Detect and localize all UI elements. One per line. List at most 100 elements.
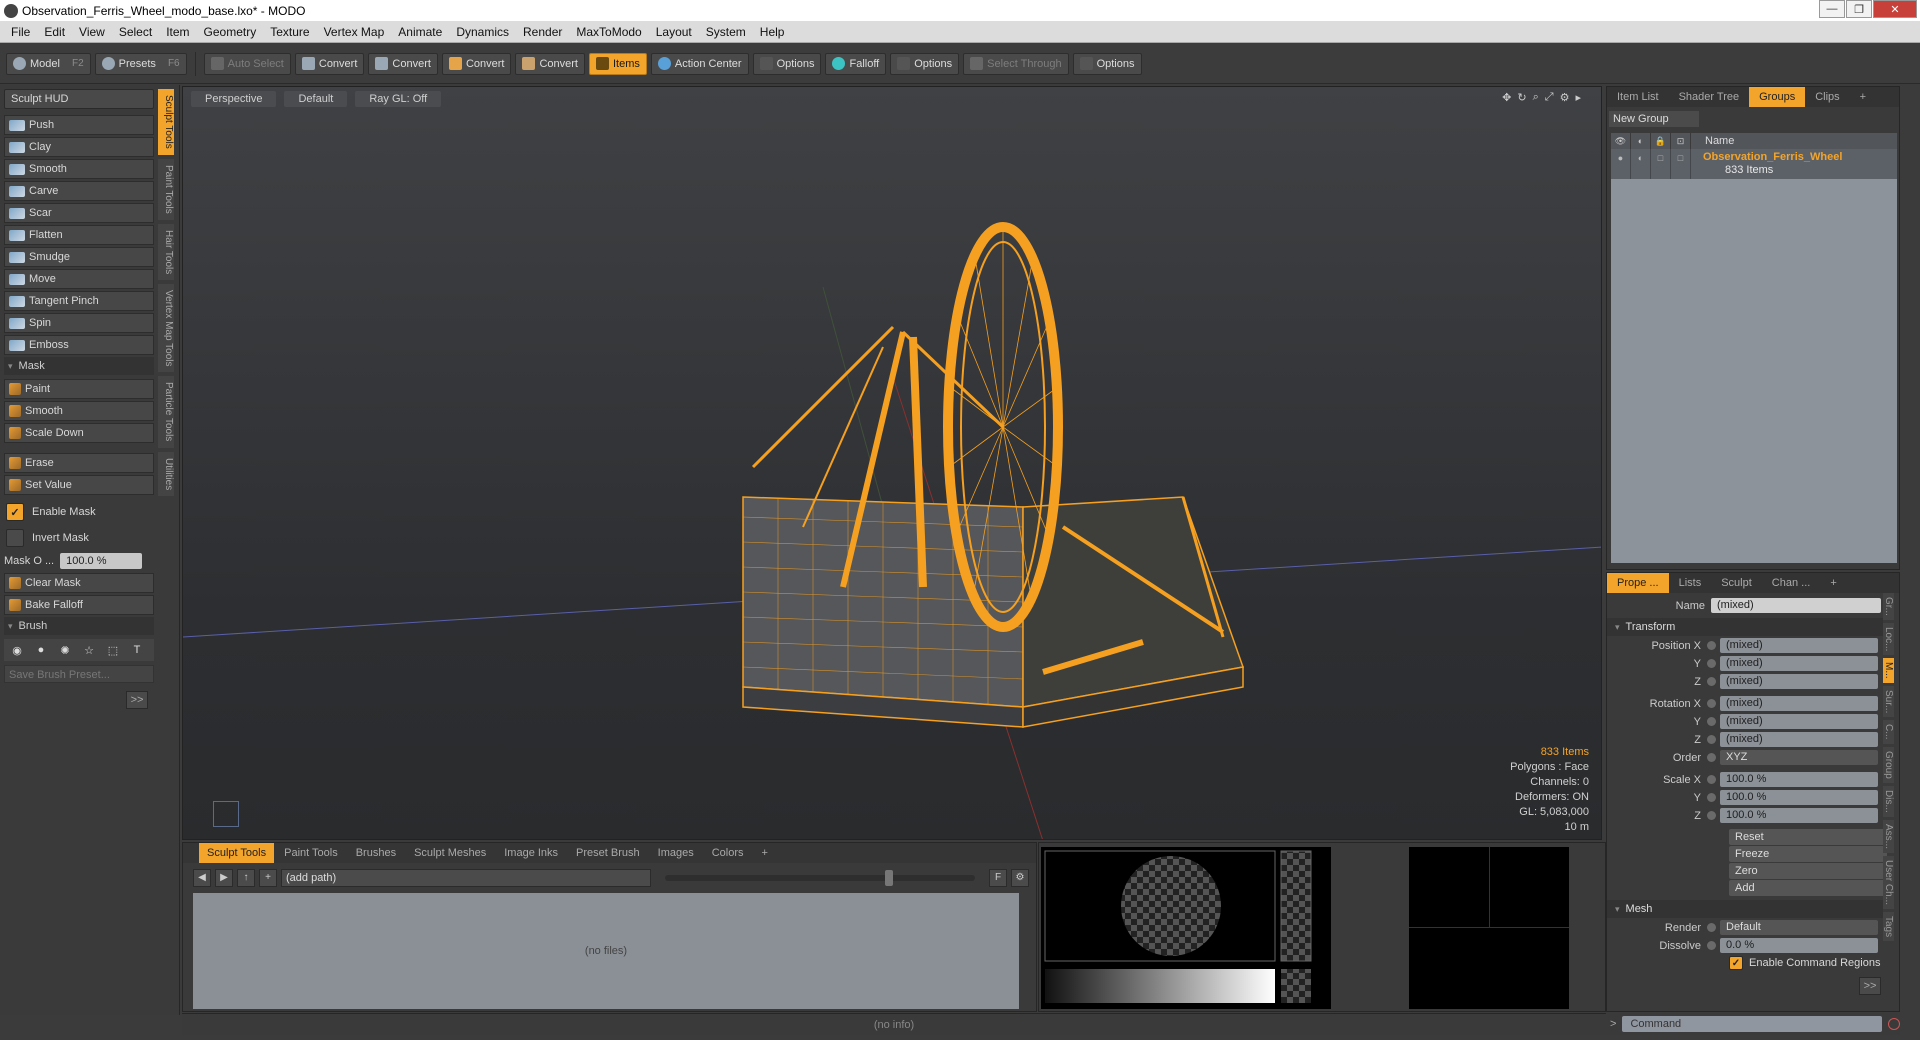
menu-vertex-map[interactable]: Vertex Map <box>317 25 392 39</box>
3d-viewport[interactable]: Perspective Default Ray GL: Off ✥ ↻ ⌕ ⤢ … <box>182 86 1602 840</box>
animate-dot-icon[interactable] <box>1707 811 1716 820</box>
soft-brush-icon[interactable]: ◉ <box>8 641 26 659</box>
tab-sur[interactable]: Sur... <box>1883 686 1894 718</box>
select-through-button[interactable]: Select Through <box>963 52 1069 75</box>
tool-mask-paint[interactable]: Paint <box>4 379 154 399</box>
reset-dropdown[interactable]: Reset <box>1729 829 1887 845</box>
visibility-toggle-icon[interactable]: ● <box>1611 149 1631 179</box>
tab-shader-tree[interactable]: Shader Tree <box>1669 87 1750 107</box>
gear-icon[interactable]: ⚙ <box>1011 869 1029 887</box>
tab-brushes[interactable]: Brushes <box>348 843 404 863</box>
mask-opacity-field[interactable]: 100.0 % <box>60 553 143 569</box>
tab-lists[interactable]: Lists <box>1669 573 1712 593</box>
animate-dot-icon[interactable] <box>1707 641 1716 650</box>
animate-dot-icon[interactable] <box>1707 659 1716 668</box>
convert-edges-button[interactable]: Convert <box>368 52 438 75</box>
animate-dot-icon[interactable] <box>1707 753 1716 762</box>
order-dropdown[interactable]: XYZ <box>1720 750 1878 765</box>
menu-maxtomodo[interactable]: MaxToModo <box>569 25 648 39</box>
tool-emboss[interactable]: Emboss <box>4 335 154 355</box>
tool-mask-scale-down[interactable]: Scale Down <box>4 423 154 443</box>
menu-geometry[interactable]: Geometry <box>197 25 264 39</box>
mesh-section-header[interactable]: Mesh <box>1607 900 1883 918</box>
tab-gr[interactable]: Gr... <box>1883 593 1894 620</box>
menu-dynamics[interactable]: Dynamics <box>449 25 516 39</box>
convert-vertices-button[interactable]: Convert <box>294 52 365 75</box>
tab-loc[interactable]: Loc... <box>1883 622 1894 656</box>
add-dropdown[interactable]: Add <box>1729 880 1887 896</box>
new-group-button[interactable]: New Group <box>1609 111 1699 127</box>
items-mode-button[interactable]: Items <box>589 52 647 75</box>
scale-y-field[interactable]: 100.0 % <box>1720 790 1878 805</box>
menu-help[interactable]: Help <box>753 25 792 39</box>
maximize-button[interactable]: ❐ <box>1846 0 1872 18</box>
convert-polygons-button[interactable]: Convert <box>441 52 512 75</box>
record-icon[interactable] <box>1888 1018 1900 1030</box>
add-path-icon[interactable]: + <box>259 869 277 887</box>
position-z-field[interactable]: (mixed) <box>1720 674 1878 689</box>
more-options-button[interactable]: >> <box>1859 977 1881 995</box>
group-row[interactable]: ● ◐ □ □ Observation_Ferris_Wheel 833 Ite… <box>1611 149 1897 179</box>
animate-dot-icon[interactable] <box>1707 735 1716 744</box>
position-x-field[interactable]: (mixed) <box>1720 638 1878 653</box>
transform-section-header[interactable]: Transform <box>1607 618 1883 636</box>
tab-hair-tools[interactable]: Hair Tools <box>158 223 174 280</box>
tab-sculpt-meshes[interactable]: Sculpt Meshes <box>406 843 494 863</box>
tab-c[interactable]: C... <box>1883 720 1894 744</box>
slider-knob[interactable] <box>885 870 893 886</box>
menu-edit[interactable]: Edit <box>37 25 72 39</box>
tool-mask-smooth[interactable]: Smooth <box>4 401 154 421</box>
tab-dis[interactable]: Dis... <box>1883 785 1894 817</box>
menu-item[interactable]: Item <box>159 25 196 39</box>
tool-move[interactable]: Move <box>4 269 154 289</box>
presets-button[interactable]: Presets F6 <box>94 52 187 75</box>
file-browser-area[interactable]: (no files) <box>193 893 1019 1009</box>
tab-groups[interactable]: Groups <box>1749 87 1806 107</box>
action-center-options-button[interactable]: Options <box>752 52 822 75</box>
select-toggle-icon[interactable]: □ <box>1671 149 1691 179</box>
dissolve-field[interactable]: 0.0 % <box>1720 938 1878 953</box>
tab-vertex-map-tools[interactable]: Vertex Map Tools <box>158 283 174 373</box>
falloff-options-button[interactable]: Options <box>890 52 960 75</box>
scale-x-field[interactable]: 100.0 % <box>1720 772 1878 787</box>
render-dropdown[interactable]: Default <box>1720 920 1878 935</box>
filter-icon[interactable]: F <box>989 869 1007 887</box>
scale-z-field[interactable]: 100.0 % <box>1720 808 1878 823</box>
tab-properties[interactable]: Prope ... <box>1607 573 1669 593</box>
lock-toggle-icon[interactable]: □ <box>1651 149 1671 179</box>
menu-texture[interactable]: Texture <box>263 25 316 39</box>
freeze-dropdown[interactable]: Freeze <box>1729 846 1887 862</box>
animate-dot-icon[interactable] <box>1707 775 1716 784</box>
tab-colors[interactable]: Colors <box>704 843 752 863</box>
command-input[interactable]: Command <box>1622 1016 1883 1032</box>
rotation-x-field[interactable]: (mixed) <box>1720 696 1878 711</box>
sculpt-hud-button[interactable]: Sculpt HUD <box>4 89 154 109</box>
animate-dot-icon[interactable] <box>1707 699 1716 708</box>
tool-clear-mask[interactable]: Clear Mask <box>4 573 154 593</box>
tool-mask-set-value[interactable]: Set Value <box>4 475 154 495</box>
tab-sculpt-tools-browser[interactable]: Sculpt Tools <box>199 843 275 863</box>
invert-mask-toggle[interactable]: Invert Mask <box>4 527 154 549</box>
menu-animate[interactable]: Animate <box>391 25 449 39</box>
tab-group[interactable]: Group <box>1883 746 1894 783</box>
auto-select-button[interactable]: Auto Select <box>203 52 291 75</box>
tab-m[interactable]: M... <box>1883 658 1894 684</box>
tab-sculpt-tools[interactable]: Sculpt Tools <box>158 89 174 155</box>
render-toggle-icon[interactable]: ◐ <box>1631 149 1651 179</box>
splatter-brush-icon[interactable]: ✺ <box>56 641 74 659</box>
text-brush-icon[interactable]: T <box>128 641 146 659</box>
mask-section-header[interactable]: Mask <box>4 357 154 375</box>
hard-brush-icon[interactable]: ● <box>32 641 50 659</box>
save-brush-preset-button[interactable]: Save Brush Preset... <box>4 665 154 683</box>
brush-section-header[interactable]: Brush <box>4 617 154 635</box>
zero-dropdown[interactable]: Zero <box>1729 863 1887 879</box>
tab-sculpt[interactable]: Sculpt <box>1711 573 1762 593</box>
model-layout-button[interactable]: Model F2 <box>6 52 91 75</box>
position-y-field[interactable]: (mixed) <box>1720 656 1878 671</box>
rotation-z-field[interactable]: (mixed) <box>1720 732 1878 747</box>
add-tab-button[interactable]: + <box>1850 87 1876 107</box>
close-button[interactable]: ✕ <box>1873 0 1917 18</box>
animate-dot-icon[interactable] <box>1707 941 1716 950</box>
action-center-button[interactable]: Action Center <box>650 52 749 75</box>
procedural-brush-icon[interactable]: ⬚ <box>104 641 122 659</box>
